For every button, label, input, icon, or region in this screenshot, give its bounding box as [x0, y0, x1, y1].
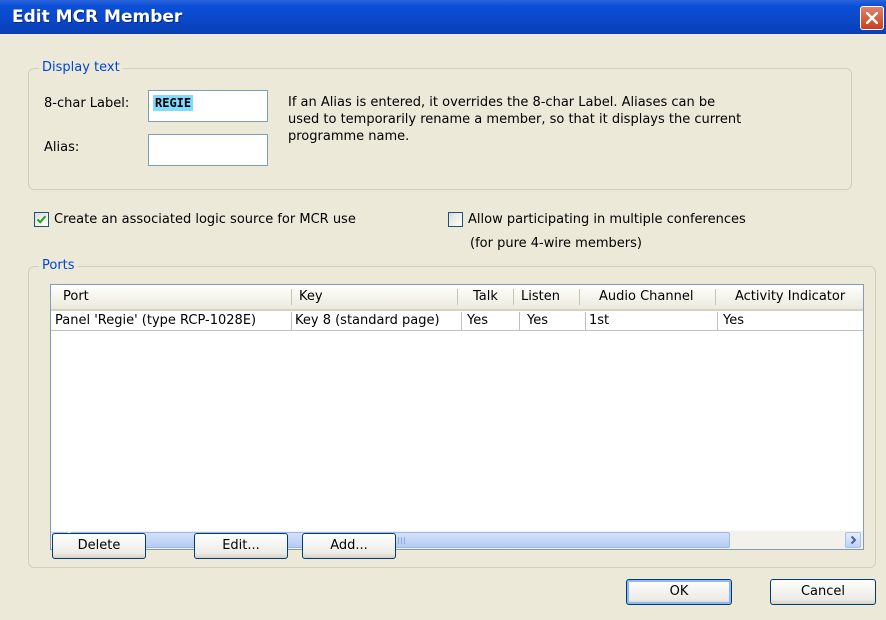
- grid-line: [717, 312, 718, 330]
- cell-port: Panel 'Regie' (type RCP-1028E): [55, 313, 257, 328]
- title-bar: Edit MCR Member: [0, 0, 886, 34]
- ports-table-header: Port Key Talk Listen Audio Channel Activ…: [51, 285, 863, 311]
- multi-conference-note: (for pure 4-wire members): [470, 236, 642, 251]
- column-separator[interactable]: [457, 289, 458, 305]
- column-header-audio-channel[interactable]: Audio Channel: [599, 289, 693, 304]
- display-text-legend: Display text: [39, 60, 123, 75]
- add-button[interactable]: Add...: [302, 533, 396, 559]
- label-caption: 8-char Label:: [44, 96, 130, 111]
- grid-line: [461, 312, 462, 330]
- window-title: Edit MCR Member: [12, 7, 183, 27]
- grid-line: [519, 312, 520, 330]
- checkmark-icon: [36, 215, 47, 224]
- delete-button[interactable]: Delete: [52, 533, 146, 559]
- column-header-activity-indicator[interactable]: Activity Indicator: [735, 289, 845, 304]
- ports-legend: Ports: [39, 258, 78, 273]
- column-header-key[interactable]: Key: [299, 289, 323, 304]
- alias-field[interactable]: [148, 134, 268, 166]
- column-separator[interactable]: [715, 289, 716, 305]
- alias-help-text: If an Alias is entered, it overrides the…: [288, 95, 742, 144]
- logic-source-checkbox[interactable]: [34, 212, 49, 227]
- cell-audio-channel: 1st: [589, 313, 610, 328]
- label-field[interactable]: REGIE: [148, 90, 268, 122]
- ok-button[interactable]: OK: [626, 579, 732, 605]
- grid-line: [585, 312, 586, 330]
- scroll-right-button[interactable]: [845, 532, 861, 548]
- column-header-port[interactable]: Port: [63, 289, 89, 304]
- horizontal-scrollbar[interactable]: [51, 531, 863, 549]
- column-separator[interactable]: [291, 289, 292, 305]
- close-icon: [866, 12, 878, 24]
- scroll-grip: [395, 537, 405, 544]
- multi-conference-checkbox[interactable]: [448, 212, 463, 227]
- cell-listen: Yes: [527, 313, 548, 328]
- edit-button[interactable]: Edit...: [194, 533, 288, 559]
- multi-conference-label[interactable]: Allow participating in multiple conferen…: [468, 212, 746, 227]
- label-value: REGIE: [153, 95, 194, 111]
- column-header-listen[interactable]: Listen: [521, 289, 560, 304]
- column-header-talk[interactable]: Talk: [473, 289, 498, 304]
- cancel-button[interactable]: Cancel: [770, 579, 876, 605]
- chevron-right-icon: [850, 535, 857, 545]
- table-row[interactable]: Panel 'Regie' (type RCP-1028E) Key 8 (st…: [51, 312, 863, 330]
- ports-table[interactable]: Port Key Talk Listen Audio Channel Activ…: [50, 284, 864, 550]
- grid-line: [291, 312, 292, 330]
- column-separator[interactable]: [579, 289, 580, 305]
- cell-activity-indicator: Yes: [723, 313, 744, 328]
- scroll-thumb[interactable]: [70, 532, 730, 548]
- column-separator[interactable]: [513, 289, 514, 305]
- grid-line: [51, 330, 863, 331]
- cell-key: Key 8 (standard page): [295, 313, 440, 328]
- close-button[interactable]: [860, 6, 884, 30]
- logic-source-label[interactable]: Create an associated logic source for MC…: [54, 212, 356, 227]
- cell-talk: Yes: [467, 313, 488, 328]
- dialog-client: Display text 8-char Label: REGIE Alias: …: [0, 34, 886, 620]
- alias-caption: Alias:: [44, 140, 80, 155]
